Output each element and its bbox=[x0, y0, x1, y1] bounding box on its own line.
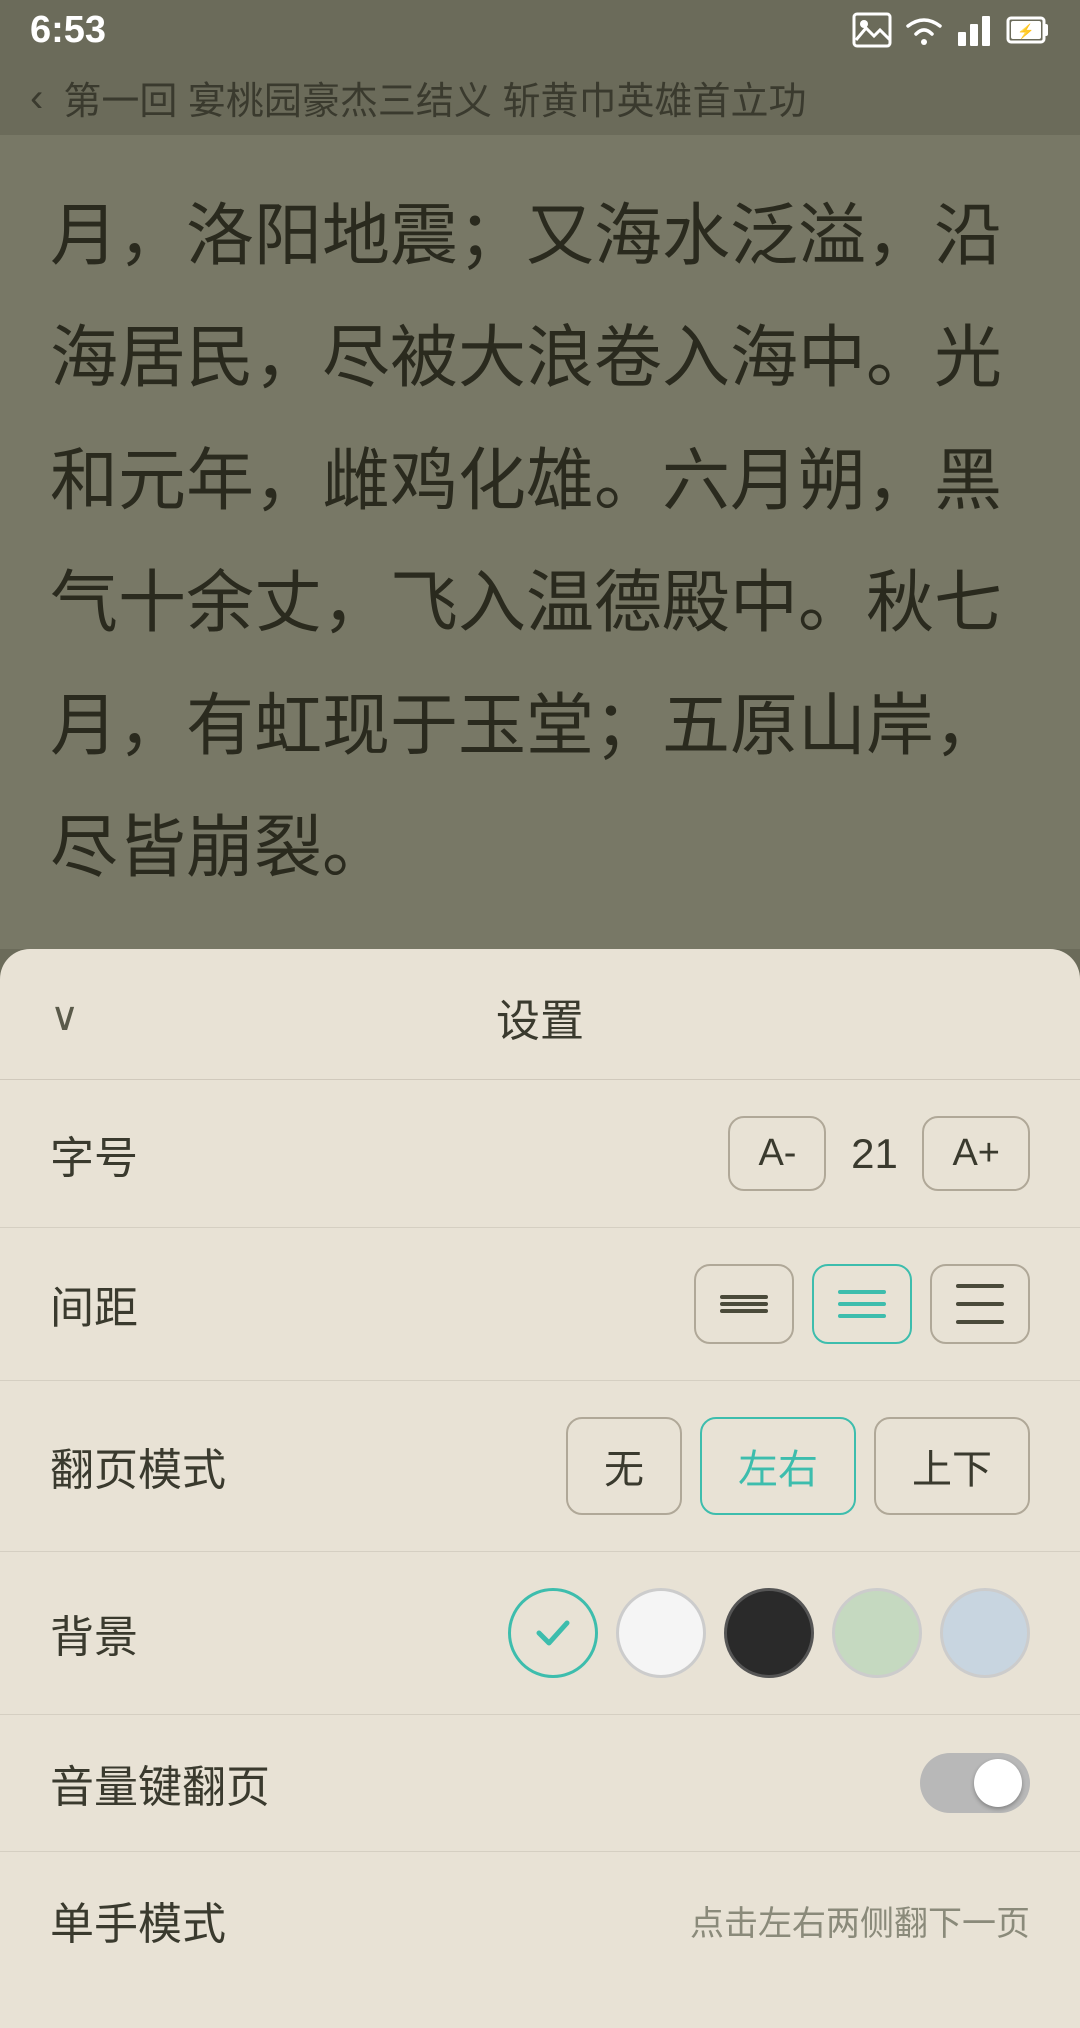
line-spacing-label: 间距 bbox=[50, 1272, 138, 1336]
spacing-compact-icon bbox=[720, 1295, 768, 1313]
background-controls bbox=[508, 1588, 1030, 1678]
background-row: 背景 bbox=[0, 1552, 1080, 1715]
background-green-button[interactable] bbox=[832, 1588, 922, 1678]
page-mode-lr-button[interactable]: 左右 bbox=[700, 1417, 856, 1515]
line-spacing-controls bbox=[694, 1264, 1030, 1344]
spacing-medium-icon bbox=[838, 1290, 886, 1318]
background-white-button[interactable] bbox=[616, 1588, 706, 1678]
top-bar: ‹ 第一回 宴桃园豪杰三结义 斩黄巾英雄首立功 bbox=[0, 60, 1080, 135]
status-time: 6:53 bbox=[30, 9, 106, 52]
font-size-value: 21 bbox=[844, 1130, 904, 1178]
settings-title: 设置 bbox=[496, 985, 584, 1049]
reading-area[interactable]: 月，洛阳地震；又海水泛溢，沿海居民，尽被大浪卷入海中。光和元年，雌鸡化雄。六月朔… bbox=[0, 135, 1080, 949]
spacing-compact-button[interactable] bbox=[694, 1264, 794, 1344]
page-mode-controls: 无 左右 上下 bbox=[566, 1417, 1030, 1515]
reading-text: 月，洛阳地震；又海水泛溢，沿海居民，尽被大浪卷入海中。光和元年，雌鸡化雄。六月朔… bbox=[50, 175, 1030, 909]
status-bar: 6:53 ⚡ bbox=[0, 0, 1080, 60]
back-button[interactable]: ‹ bbox=[30, 78, 43, 118]
volume-page-turn-row: 音量键翻页 bbox=[0, 1715, 1080, 1852]
spacing-medium-button[interactable] bbox=[812, 1264, 912, 1344]
status-icons: ⚡ bbox=[852, 12, 1050, 48]
checkmark-icon bbox=[531, 1611, 575, 1655]
volume-page-turn-toggle[interactable] bbox=[920, 1753, 1030, 1813]
line-spacing-row: 间距 bbox=[0, 1228, 1080, 1381]
font-size-row: 字号 A- 21 A+ bbox=[0, 1080, 1080, 1228]
chapter-title: 第一回 宴桃园豪杰三结义 斩黄巾英雄首立功 bbox=[63, 70, 806, 125]
signal-icon bbox=[956, 12, 996, 48]
font-increase-button[interactable]: A+ bbox=[922, 1116, 1030, 1191]
background-beige-button[interactable] bbox=[508, 1588, 598, 1678]
page-mode-tb-button[interactable]: 上下 bbox=[874, 1417, 1030, 1515]
font-size-controls: A- 21 A+ bbox=[728, 1116, 1030, 1191]
spacing-wide-button[interactable] bbox=[930, 1264, 1030, 1344]
image-icon bbox=[852, 12, 892, 48]
font-size-label: 字号 bbox=[50, 1122, 138, 1186]
volume-page-turn-label: 音量键翻页 bbox=[50, 1751, 270, 1815]
single-hand-hint: 点击左右两侧翻下一页 bbox=[690, 1896, 1030, 1945]
single-hand-label: 单手模式 bbox=[50, 1888, 226, 1952]
background-label: 背景 bbox=[50, 1601, 138, 1665]
settings-header: ∨ 设置 bbox=[0, 949, 1080, 1080]
page-mode-none-button[interactable]: 无 bbox=[566, 1417, 682, 1515]
toggle-knob bbox=[974, 1759, 1022, 1807]
settings-collapse-button[interactable]: ∨ bbox=[50, 994, 79, 1040]
spacing-wide-icon bbox=[956, 1284, 1004, 1324]
page-mode-label: 翻页模式 bbox=[50, 1434, 226, 1498]
background-blue-button[interactable] bbox=[940, 1588, 1030, 1678]
background-black-button[interactable] bbox=[724, 1588, 814, 1678]
page-mode-row: 翻页模式 无 左右 上下 bbox=[0, 1381, 1080, 1552]
svg-text:⚡: ⚡ bbox=[1017, 23, 1034, 40]
wifi-icon bbox=[902, 12, 946, 48]
battery-icon: ⚡ bbox=[1006, 12, 1050, 48]
single-hand-row: 单手模式 点击左右两侧翻下一页 bbox=[0, 1852, 1080, 1988]
font-decrease-button[interactable]: A- bbox=[728, 1116, 826, 1191]
settings-panel: ∨ 设置 字号 A- 21 A+ 间距 bbox=[0, 949, 1080, 2028]
